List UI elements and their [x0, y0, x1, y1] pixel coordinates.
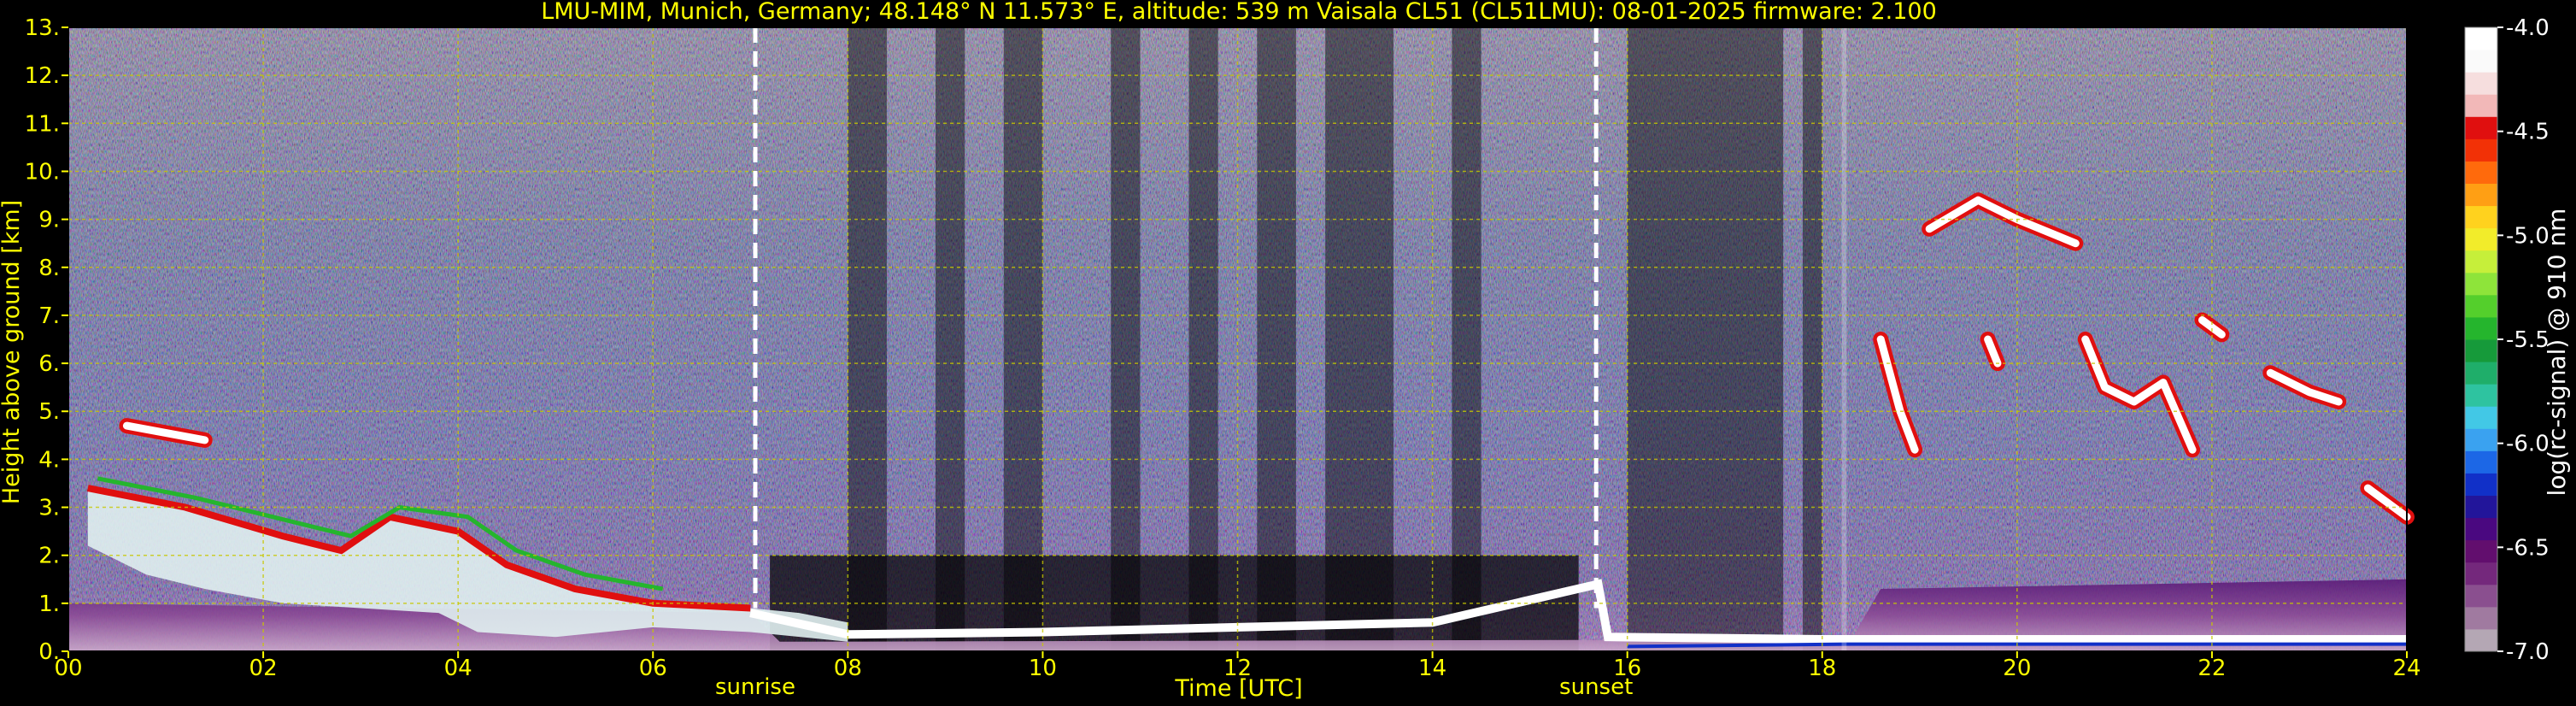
colorbar-segment	[2465, 495, 2497, 519]
colorbar-segment	[2465, 250, 2497, 274]
colorbar-segment	[2465, 384, 2497, 407]
y-tick-label: 7.	[38, 303, 60, 329]
x-axis-label: Time [UTC]	[1174, 675, 1302, 702]
colorbar-segment	[2465, 294, 2497, 318]
y-tick-label: 12.	[25, 63, 60, 89]
colorbar-segment	[2465, 205, 2497, 229]
sunrise-label: sunrise	[715, 674, 795, 700]
colorbar-segment	[2465, 138, 2497, 162]
colorbar-segment	[2465, 473, 2497, 496]
colorbar-segment	[2465, 116, 2497, 139]
x-tick-label: 10	[1029, 656, 1057, 681]
y-tick-label: 10.	[25, 159, 60, 185]
y-tick-label: 1.	[38, 591, 60, 617]
y-tick-label: 3.	[38, 496, 60, 521]
colorbar-segment	[2465, 584, 2497, 608]
y-tick-label: 2.	[38, 544, 60, 569]
y-axis-label: Height above ground [km]	[0, 200, 25, 504]
low-signal-band	[1627, 27, 1784, 651]
colorbar-segment	[2465, 628, 2497, 652]
colorbar-segment	[2465, 517, 2497, 541]
colorbar-segment	[2465, 428, 2497, 451]
x-tick-label: 24	[2392, 656, 2421, 681]
colorbar: -4.0-4.5-5.0-5.5-6.0-6.5-7.0	[2464, 15, 2550, 665]
y-tick-label: 9.	[38, 208, 60, 233]
x-tick-label: 16	[1613, 656, 1641, 681]
colorbar-segment	[2465, 50, 2497, 73]
y-tick-label: 4.	[38, 447, 60, 473]
colorbar-segment	[2465, 316, 2497, 340]
colorbar-segment	[2465, 450, 2497, 474]
colorbar-segment	[2465, 272, 2497, 296]
x-tick-label: 06	[639, 656, 667, 681]
colorbar-segment	[2465, 27, 2497, 50]
chart-title: LMU-MIM, Munich, Germany; 48.148° N 11.5…	[541, 0, 1937, 25]
colorbar-segment	[2465, 183, 2497, 207]
x-tick-label: 18	[1808, 656, 1836, 681]
colorbar-tick-label: -7.0	[2506, 639, 2550, 665]
x-tick-label: 08	[834, 656, 862, 681]
colorbar-segment	[2465, 161, 2497, 184]
colorbar-segment	[2465, 539, 2497, 563]
colorbar-segment	[2465, 362, 2497, 385]
colorbar-tick-label: -6.5	[2506, 535, 2550, 561]
y-tick-label: 13.	[25, 15, 60, 41]
colorbar-segment	[2465, 606, 2497, 630]
x-tick-label: 14	[1418, 656, 1446, 681]
colorbar-label: log(rc-signal) @ 910 nm	[2543, 209, 2571, 497]
colorbar-segment	[2465, 72, 2497, 95]
y-tick-label: 6.	[38, 351, 60, 377]
colorbar-tick-label: -4.0	[2506, 15, 2550, 41]
y-tick-label: 11.	[25, 111, 60, 137]
colorbar-segment	[2465, 562, 2497, 585]
colorbar-segment	[2465, 94, 2497, 117]
artifact-line	[1841, 27, 1847, 651]
x-tick-label: 04	[444, 656, 472, 681]
ceilometer-chart: sunrise sunset 00 02 04 06 08 10 12 14 16 18 20 22 24…	[0, 0, 2571, 702]
y-tick-label: 0.	[38, 639, 60, 665]
x-tick-label: 22	[2198, 656, 2226, 681]
colorbar-segment	[2465, 227, 2497, 251]
colorbar-segment	[2465, 339, 2497, 362]
colorbar-segment	[2465, 406, 2497, 429]
x-tick-label: 02	[249, 656, 278, 681]
colorbar-tick-label: -4.5	[2506, 120, 2550, 145]
x-tick-label: 20	[2003, 656, 2031, 681]
y-tick-label: 5.	[38, 399, 60, 425]
low-signal-band	[1802, 27, 1822, 651]
y-tick-label: 8.	[38, 256, 60, 281]
